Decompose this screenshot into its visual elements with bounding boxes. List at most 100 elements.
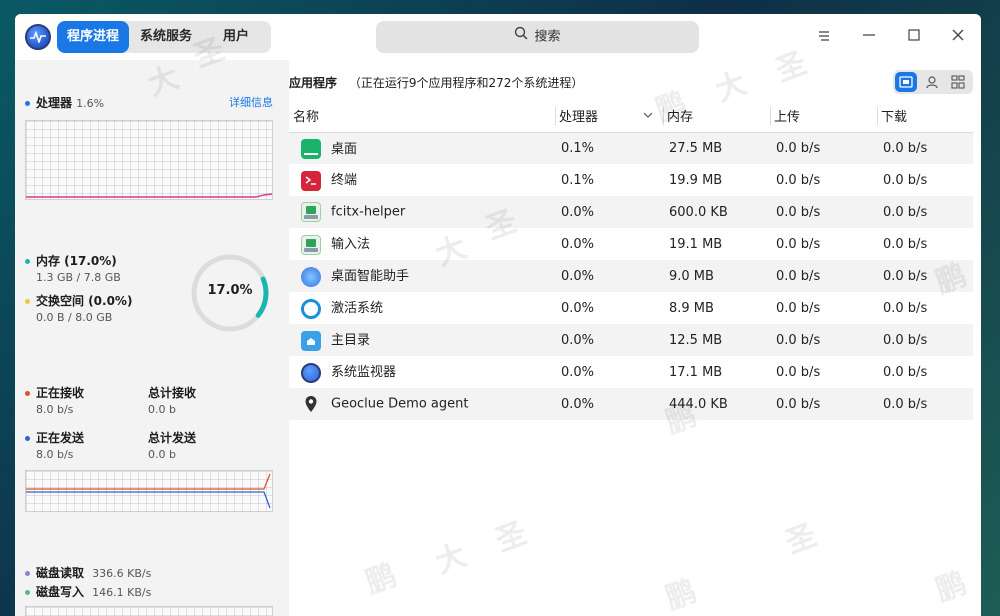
assistant-icon [301, 266, 321, 287]
process-upload-cell: 0.0 b/s [770, 196, 877, 228]
process-cpu-cell: 0.0% [561, 300, 595, 316]
process-panel: 应用程序 （正在运行9个应用程序和272个系统进程） 名称 处理器 内存 上传 … [289, 60, 981, 616]
memory-ring-text: 17.0% [207, 283, 253, 298]
process-name-cell: fcitx-helper [289, 196, 555, 228]
cpu-graph [25, 120, 273, 200]
process-memory-cell: 19.1 MB [669, 236, 723, 252]
process-upload-cell: 0.0 b/s [770, 260, 877, 292]
disk-graph [25, 606, 273, 616]
process-memory-cell: 600.0 KB [663, 196, 770, 228]
process-download-cell: 0.0 b/s [877, 260, 973, 292]
network-lines [26, 473, 271, 509]
keyboard-icon [301, 202, 321, 222]
disk-write-value: 146.1 KB/s [92, 586, 152, 599]
search-label: 搜索 [534, 29, 561, 45]
table-row[interactable]: 终端 0.1% 19.9 MB 0.0 b/s 0.0 b/s [289, 164, 973, 196]
process-upload-cell: 0.0 b/s [776, 172, 821, 188]
tab-processes[interactable]: 程序进程 [57, 21, 129, 53]
table-row[interactable]: 激活系统 0.0% 8.9 MB 0.0 b/s 0.0 b/s [289, 292, 973, 324]
process-name: Geoclue Demo agent [331, 396, 469, 412]
maximize-button[interactable] [903, 26, 925, 48]
app-view-icon [899, 76, 913, 88]
process-memory-cell: 27.5 MB [663, 132, 770, 164]
process-download-cell: 0.0 b/s [877, 388, 973, 420]
sort-chevron-down-icon [643, 108, 653, 123]
process-cpu-cell: 0.0% [561, 364, 595, 380]
process-download-cell: 0.0 b/s [877, 196, 973, 228]
details-link[interactable]: 详细信息 [229, 94, 273, 110]
process-upload-cell: 0.0 b/s [770, 324, 877, 356]
disk-read-legend-dot [25, 571, 30, 576]
keyboard-icon [301, 234, 321, 255]
send-value: 8.0 b/s [36, 448, 74, 461]
minimize-icon [863, 34, 875, 36]
tree-view-button[interactable] [947, 72, 969, 92]
table-row[interactable]: fcitx-helper 0.0% 600.0 KB 0.0 b/s 0.0 b/s [289, 196, 973, 228]
process-name: 桌面智能助手 [331, 269, 410, 285]
table-row[interactable]: Geoclue Demo agent 0.0% 444.0 KB 0.0 b/s 0.0… [289, 388, 973, 420]
monitor-icon [301, 362, 321, 383]
process-name: fcitx-helper [331, 204, 406, 220]
memory-label: 内存 (17.0%) [36, 254, 117, 268]
column-header-upload[interactable]: 上传 [770, 100, 877, 133]
terminal-icon [301, 170, 321, 191]
recv-legend-dot [25, 391, 30, 396]
swap-label: 交换空间 (0.0%) [36, 294, 133, 308]
system-monitor-logo-icon [25, 24, 51, 50]
disk-read-value: 336.6 KB/s [92, 567, 152, 580]
tab-users[interactable]: 用户 [203, 21, 269, 53]
process-memory-cell: 17.1 MB [669, 364, 723, 380]
process-cpu-cell: 0.0% [555, 196, 663, 228]
process-name: 终端 [331, 173, 358, 189]
panel-subtitle: （正在运行9个应用程序和272个系统进程） [348, 76, 584, 90]
main-menu-button[interactable] [813, 26, 835, 48]
table-row[interactable]: 桌面 0.1% 27.5 MB 0.0 b/s 0.0 b/s [289, 132, 973, 164]
sidebar: 处理器 1.6% 详细信息 内存 (17.0%) 1.3 GB / 7.8 GB… [15, 60, 289, 616]
process-memory-cell: 19.9 MB [669, 172, 723, 188]
user-view-button[interactable] [921, 72, 943, 92]
table-header-row: 名称 处理器 内存 上传 下载 [289, 100, 973, 133]
process-download-cell: 0.0 b/s [877, 132, 973, 164]
process-memory-cell: 444.0 KB [663, 388, 770, 420]
process-cpu-cell: 0.0% [555, 260, 663, 292]
view-tabs: 程序进程 系统服务 用户 [57, 21, 271, 53]
process-upload-cell: 0.0 b/s [776, 364, 821, 380]
app-view-button[interactable] [895, 72, 917, 92]
network-graph [25, 470, 273, 512]
user-view-icon [926, 76, 938, 89]
disk-read-label: 磁盘读取 [36, 566, 85, 580]
total-send-value: 0.0 b [148, 448, 176, 461]
process-name-cell: Geoclue Demo agent [289, 388, 555, 420]
close-button[interactable] [947, 26, 969, 48]
process-name: 系统监视器 [331, 365, 397, 381]
column-header-cpu[interactable]: 处理器 [555, 100, 663, 133]
tree-view-icon [951, 75, 965, 89]
swap-legend-dot [25, 299, 30, 304]
disk-write-label: 磁盘写入 [36, 585, 85, 599]
column-header-memory[interactable]: 内存 [663, 100, 770, 133]
search-box[interactable]: 搜索 [376, 21, 699, 53]
process-cpu-cell: 0.0% [555, 324, 663, 356]
process-name-cell: 激活系统 [289, 292, 555, 324]
column-header-cpu-label: 处理器 [559, 110, 599, 126]
process-memory-cell: 12.5 MB [663, 324, 770, 356]
minimize-button[interactable] [858, 26, 880, 48]
table-row[interactable]: 桌面智能助手 0.0% 9.0 MB 0.0 b/s 0.0 b/s [289, 260, 973, 292]
column-header-name[interactable]: 名称 [289, 100, 555, 133]
cpu-usage-line [26, 193, 272, 198]
table-row[interactable]: 系统监视器 0.0% 17.1 MB 0.0 b/s 0.0 b/s [289, 356, 973, 388]
table-row[interactable]: 输入法 0.0% 19.1 MB 0.0 b/s 0.0 b/s [289, 228, 973, 260]
table-row[interactable]: 主目录 0.0% 12.5 MB 0.0 b/s 0.0 b/s [289, 324, 973, 356]
view-mode-switch [893, 70, 973, 94]
tab-services[interactable]: 系统服务 [129, 21, 203, 53]
process-upload-cell: 0.0 b/s [776, 300, 821, 316]
process-download-cell: 0.0 b/s [883, 172, 928, 188]
process-download-cell: 0.0 b/s [883, 364, 928, 380]
process-download-cell: 0.0 b/s [883, 236, 928, 252]
desktop-icon [301, 139, 321, 159]
memory-legend-dot [25, 259, 30, 264]
total-recv-value: 0.0 b [148, 403, 176, 416]
process-name-cell: 主目录 [289, 324, 555, 356]
panel-title: 应用程序 [289, 76, 338, 90]
column-header-download[interactable]: 下载 [877, 100, 973, 133]
